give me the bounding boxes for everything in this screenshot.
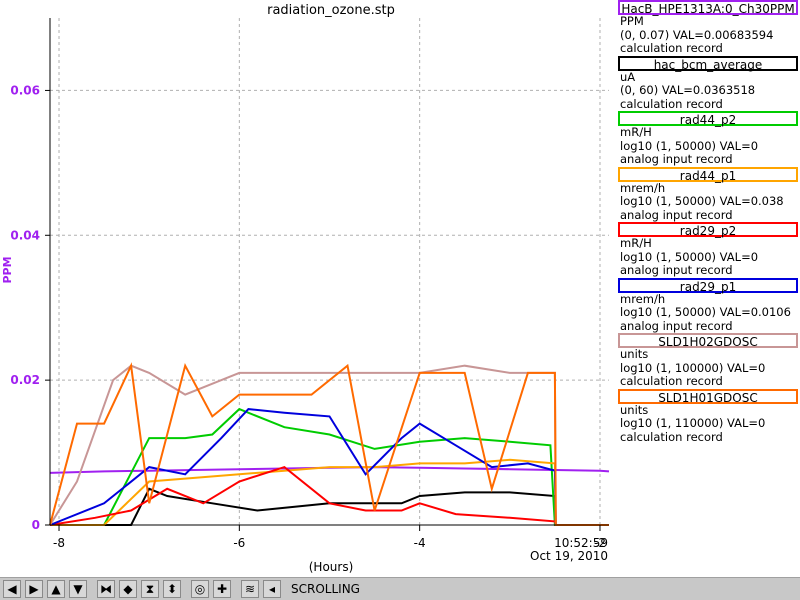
legend-item[interactable]: hac_bcm_average uA (0, 60) VAL=0.0363518 ca… [618,55,800,112]
legend-item-name[interactable]: hac_bcm_average [618,55,798,72]
legend-item-record: calculation record [620,374,723,388]
zoom-in-x-icon[interactable]: ⧓ [97,580,115,598]
legend: HacB_HPE1313A:0_Ch30PPM PPM (0, 0.07) VAL=… [618,0,800,444]
x-axis-label: (Hours) [309,560,354,574]
legend-item-name[interactable]: SLD1H01GDOSC [618,388,798,405]
back-icon[interactable]: ◂ [263,580,281,598]
legend-item-range: log10 (1, 50000) VAL=0.038 [620,194,784,208]
toolbar: ◀ ▶ ▲ ▼ ⧓ ◆ ⧗ ⬍ ◎ ✚ ≋ ◂ SCROLLING [0,577,800,600]
y-tick-label: 0.06 [10,83,40,97]
legend-item-record: analog input record [620,263,733,277]
legend-item[interactable]: rad44_p2 mR/H log10 (1, 50000) VAL=0 analog… [618,111,800,167]
date-label: Oct 19, 2010 [530,549,608,563]
arrow-down-icon[interactable]: ▼ [69,580,87,598]
legend-item[interactable]: rad44_p1 mrem/h log10 (1, 50000) VAL=0.038… [618,166,800,223]
zoom-out-x-icon[interactable]: ◆ [119,580,137,598]
y-tick-label: 0.02 [10,373,40,387]
config-icon[interactable]: ≋ [241,580,259,598]
legend-item-units: uA [620,69,636,84]
autoscale-icon[interactable]: ◎ [191,580,209,598]
zoom-in-y-icon[interactable]: ⧗ [141,580,159,598]
time-label: 10:52:59 [554,536,608,550]
x-tick-label: -6 [233,536,245,550]
legend-item-units: mrem/h [620,180,666,195]
x-tick-label: -8 [53,536,65,550]
legend-item-range: log10 (1, 100000) VAL=0 [620,360,766,375]
legend-item-name[interactable]: rad44_p1 [618,166,798,183]
y-tick-label: 0.04 [10,228,40,242]
y-axis-label: PPM [1,256,14,283]
legend-item-units: mR/H [620,236,652,250]
legend-item[interactable]: rad29_p2 mR/H log10 (1, 50000) VAL=0 analog… [618,222,800,278]
legend-item-units: PPM [620,14,644,28]
legend-item-record: analog input record [620,318,733,333]
add-icon[interactable]: ✚ [213,580,231,598]
legend-item-units: units [620,347,649,361]
plot-area[interactable]: 00.020.040.06-8 -6 -4 -2 radiation_ozone.st… [0,0,610,577]
legend-item-range: log10 (1, 50000) VAL=0.0106 [620,305,791,319]
legend-item-record: calculation record [620,429,723,444]
legend-item-range: (0, 60) VAL=0.0363518 [620,83,756,97]
legend-item-record: calculation record [620,96,723,111]
legend-item[interactable]: HacB_HPE1313A:0_Ch30PPM PPM (0, 0.07) VAL=… [618,0,800,56]
arrow-left-icon[interactable]: ◀ [3,580,21,598]
legend-item-units: units [620,402,649,417]
chart-title: radiation_ozone.stp [267,3,395,18]
status-text: SCROLLING [291,582,360,596]
x-tick-label: -4 [414,536,426,550]
legend-item-range: (0, 0.07) VAL=0.00683594 [620,27,774,42]
legend-item-range: log10 (1, 50000) VAL=0 [620,249,759,264]
legend-item-name[interactable]: rad29_p1 [618,277,798,294]
y-tick-label: 0 [32,518,40,532]
legend-item-name[interactable]: SLD1H02GDOSC [618,333,798,349]
series-group [49,362,610,526]
legend-item-range: log10 (1, 50000) VAL=0 [620,138,759,153]
legend-item-units: mrem/h [620,291,666,306]
legend-item-name[interactable]: rad29_p2 [618,222,798,238]
legend-item[interactable]: SLD1H01GDOSC units log10 (1, 110000) VAL=0… [618,388,800,445]
legend-item-units: mR/H [620,125,652,139]
legend-item-record: calculation record [620,41,723,55]
arrow-up-icon[interactable]: ▲ [47,580,65,598]
series-line-sld1h01gdosc [49,362,609,526]
legend-item-name[interactable]: rad44_p2 [618,111,798,127]
zoom-out-y-icon[interactable]: ⬍ [163,580,181,598]
grid [50,18,609,525]
legend-item-range: log10 (1, 110000) VAL=0 [620,416,766,430]
legend-item-name[interactable]: HacB_HPE1313A:0_Ch30PPM [618,0,798,16]
legend-item-record: analog input record [620,207,733,222]
legend-item[interactable]: SLD1H02GDOSC units log10 (1, 100000) VAL=0… [618,333,800,389]
arrow-right-icon[interactable]: ▶ [25,580,43,598]
legend-item[interactable]: rad29_p1 mrem/h log10 (1, 50000) VAL=0.010… [618,277,800,334]
legend-item-record: analog input record [620,152,733,166]
